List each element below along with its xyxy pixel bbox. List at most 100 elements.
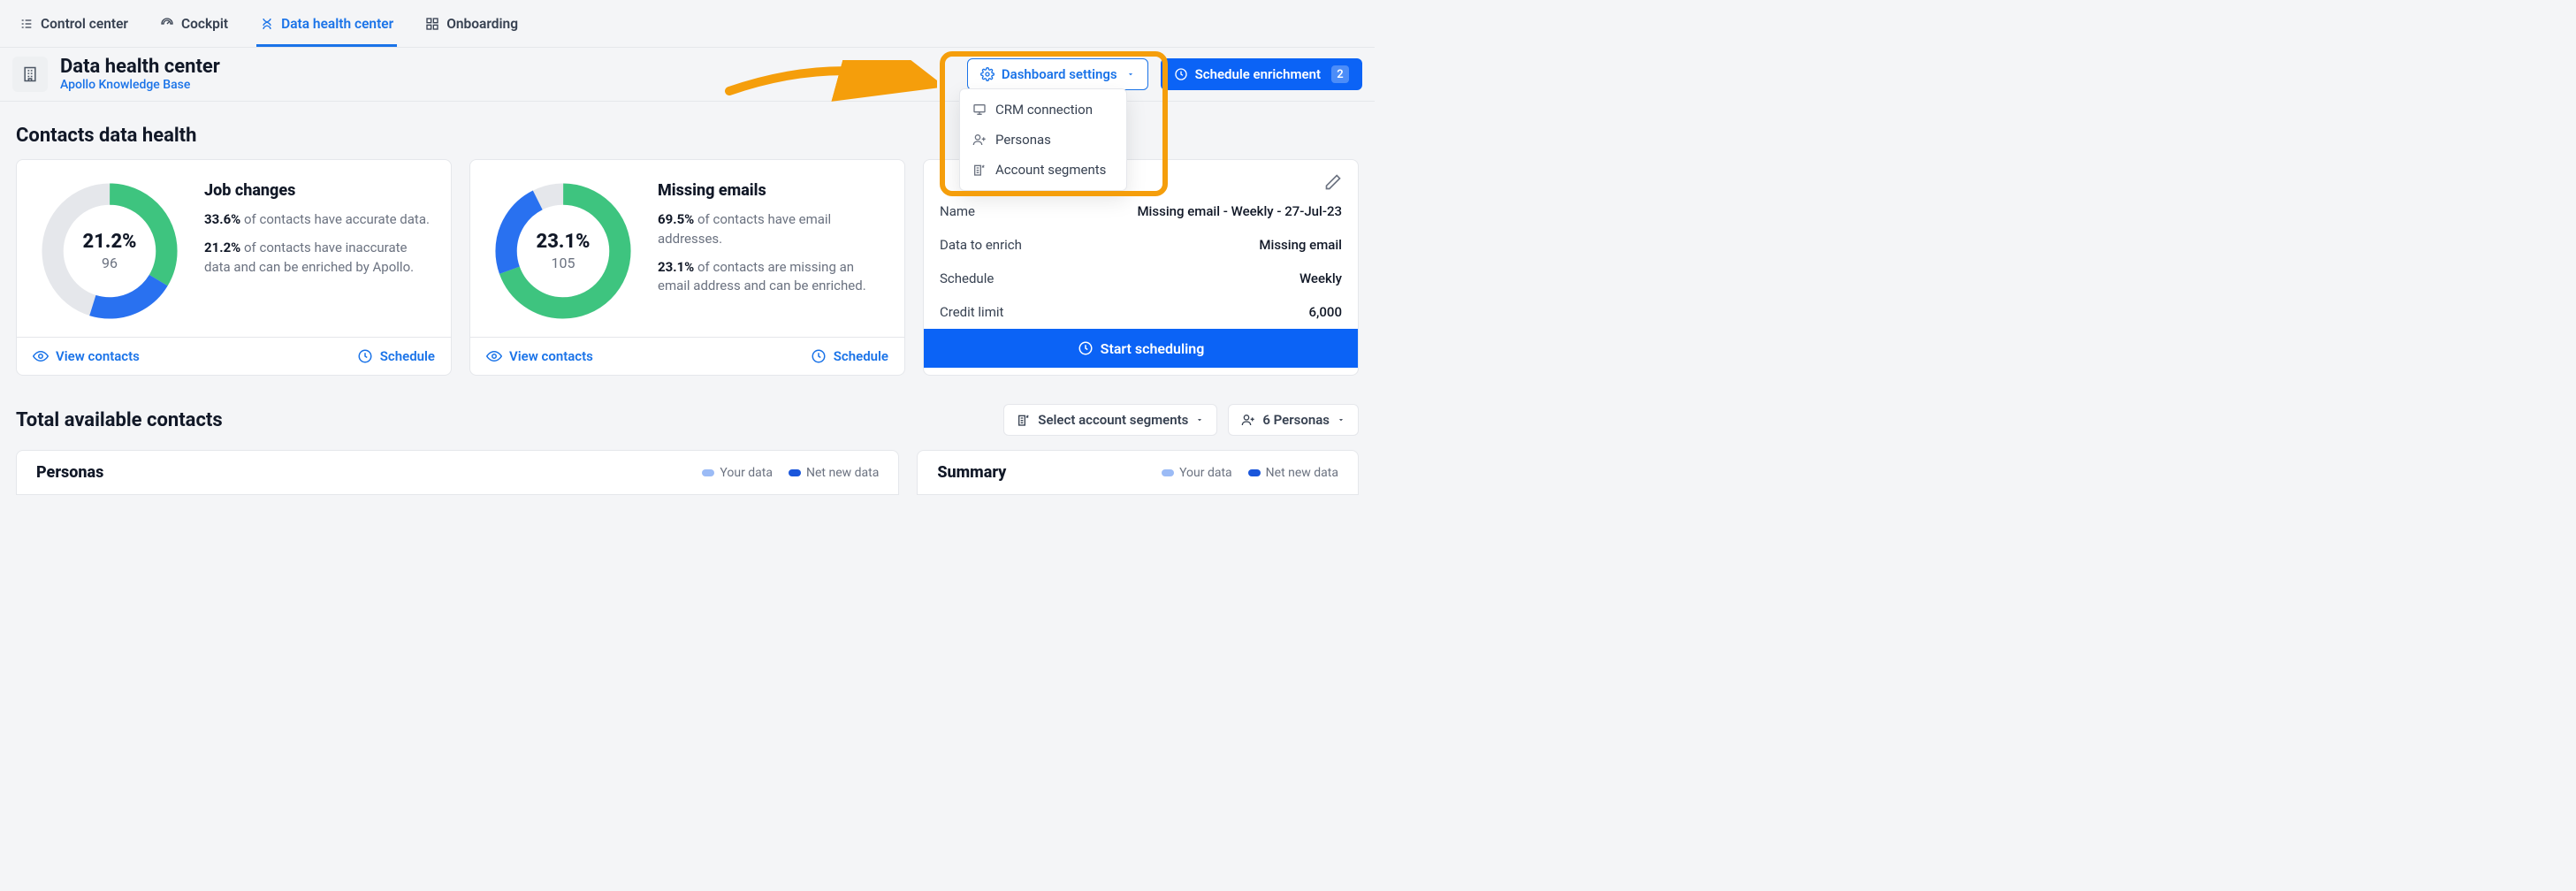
dot-net-icon xyxy=(1248,469,1261,476)
kv-schedule: Schedule Weekly xyxy=(924,262,1358,295)
view-contacts-job-changes-label: View contacts xyxy=(56,348,140,364)
section-total-available-contacts-header: Total available contacts Select account … xyxy=(0,383,1375,441)
kv-name: Name Missing email - Weekly - 27-Jul-23 xyxy=(924,194,1358,228)
tab-data-health-center[interactable]: Data health center xyxy=(256,11,397,47)
building-icon xyxy=(12,57,48,92)
schedule-job-changes[interactable]: Schedule xyxy=(357,348,435,364)
clock-icon xyxy=(811,348,827,364)
donut-missing-emails: 23.1% 105 xyxy=(488,176,638,326)
card-scheduling: R..ing eck Name Missing email - Weekly -… xyxy=(923,159,1359,376)
panel-summary: Summary Your data Net new data xyxy=(917,450,1359,495)
personas-filter-button[interactable]: 6 Personas xyxy=(1228,404,1359,436)
kv-name-value: Missing email - Weekly - 27-Jul-23 xyxy=(1137,203,1342,219)
clock-icon xyxy=(1078,340,1094,356)
donut-job-changes-count: 96 xyxy=(102,255,118,271)
dashboard-settings-label: Dashboard settings xyxy=(1002,66,1117,82)
schedule-enrichment-label: Schedule enrichment xyxy=(1195,66,1321,82)
bottom-panels: Personas Your data Net new data Summary … xyxy=(0,441,1375,495)
card-missing-emails: 23.1% 105 Missing emails 69.5% of contac… xyxy=(469,159,905,376)
kv-schedule-key: Schedule xyxy=(940,270,994,286)
tab-control-center[interactable]: Control center xyxy=(16,11,132,47)
page-subtitle-link[interactable]: Apollo Knowledge Base xyxy=(60,78,220,92)
section-contacts-data-health: Contacts data health 21.2% 96 Job c xyxy=(0,102,1375,383)
dot-net-icon xyxy=(789,469,801,476)
chevron-down-icon xyxy=(1337,415,1345,424)
dropdown-crm-connection-label: CRM connection xyxy=(995,102,1093,118)
top-nav: Control center Cockpit Data health cente… xyxy=(0,0,1375,48)
dot-your-icon xyxy=(1162,469,1174,476)
view-contacts-job-changes[interactable]: View contacts xyxy=(33,348,140,364)
card-job-changes: 21.2% 96 Job changes 33.6% of contacts h… xyxy=(16,159,452,376)
legend-your-data: Your data xyxy=(702,466,773,480)
card-job-changes-title: Job changes xyxy=(204,181,433,200)
tab-cockpit[interactable]: Cockpit xyxy=(156,11,232,47)
kv-data-value: Missing email xyxy=(1259,237,1342,253)
dropdown-account-segments[interactable]: Account segments xyxy=(960,155,1126,185)
schedule-job-changes-label: Schedule xyxy=(380,348,435,364)
card-missing-emails-title: Missing emails xyxy=(658,181,887,200)
gauge-icon xyxy=(160,17,174,31)
kv-data-key: Data to enrich xyxy=(940,237,1022,253)
person-plus-icon xyxy=(972,133,987,147)
page-header: Data health center Apollo Knowledge Base… xyxy=(0,48,1375,102)
view-contacts-missing-emails[interactable]: View contacts xyxy=(486,348,593,364)
schedule-missing-emails-label: Schedule xyxy=(834,348,888,364)
tab-cockpit-label: Cockpit xyxy=(181,16,228,32)
card-missing-emails-line2: 23.1% of contacts are missing an email a… xyxy=(658,258,887,297)
dashboard-settings-dropdown: CRM connection Personas Account segments xyxy=(959,88,1127,191)
dashboard-settings-button[interactable]: Dashboard settings xyxy=(967,58,1148,90)
donut-job-changes: 21.2% 96 xyxy=(34,176,185,326)
panel-summary-title: Summary xyxy=(937,463,1006,482)
kv-name-key: Name xyxy=(940,203,975,219)
tab-onboarding[interactable]: Onboarding xyxy=(422,11,522,47)
grid-icon xyxy=(425,17,439,31)
chevron-down-icon xyxy=(1195,415,1204,424)
building-star-icon xyxy=(1017,413,1031,427)
legend-net-new-data: Net new data xyxy=(1248,466,1338,480)
donut-missing-emails-pct: 23.1% xyxy=(537,231,591,253)
schedule-enrichment-button[interactable]: Schedule enrichment 2 xyxy=(1161,58,1362,90)
page-title: Data health center xyxy=(60,57,220,78)
select-account-segments-label: Select account segments xyxy=(1038,412,1188,428)
card-missing-emails-line1: 69.5% of contacts have email addresses. xyxy=(658,210,887,249)
edit-icon[interactable] xyxy=(1324,173,1342,191)
tac-title: Total available contacts xyxy=(16,409,223,431)
kv-schedule-value: Weekly xyxy=(1299,270,1342,286)
start-scheduling-button[interactable]: Start scheduling xyxy=(924,329,1358,368)
clock-icon xyxy=(1174,67,1188,81)
dropdown-account-segments-label: Account segments xyxy=(995,162,1106,178)
tab-onboarding-label: Onboarding xyxy=(446,16,518,32)
start-scheduling-label: Start scheduling xyxy=(1101,340,1205,357)
chevron-down-icon xyxy=(1126,70,1135,79)
dropdown-crm-connection[interactable]: CRM connection xyxy=(960,95,1126,125)
donut-missing-emails-count: 105 xyxy=(552,255,575,271)
panel-summary-legend: Your data Net new data xyxy=(1162,466,1338,480)
eye-icon xyxy=(33,348,49,364)
schedule-enrichment-count: 2 xyxy=(1331,65,1349,83)
building-star-icon xyxy=(972,163,987,177)
panel-personas-title: Personas xyxy=(36,463,103,482)
select-account-segments-button[interactable]: Select account segments xyxy=(1003,404,1217,436)
panel-personas: Personas Your data Net new data xyxy=(16,450,899,495)
dna-icon xyxy=(260,17,274,31)
kv-credit-limit: Credit limit 6,000 xyxy=(924,295,1358,329)
kv-data-to-enrich: Data to enrich Missing email xyxy=(924,228,1358,262)
card-job-changes-line1: 33.6% of contacts have accurate data. xyxy=(204,210,433,230)
eye-icon xyxy=(486,348,502,364)
schedule-missing-emails[interactable]: Schedule xyxy=(811,348,888,364)
person-plus-icon xyxy=(1241,413,1255,427)
dot-your-icon xyxy=(702,469,714,476)
donut-job-changes-pct: 21.2% xyxy=(83,231,137,253)
dropdown-personas[interactable]: Personas xyxy=(960,125,1126,155)
list-icon xyxy=(19,17,34,31)
kv-credit-value: 6,000 xyxy=(1309,304,1342,320)
card-job-changes-line2: 21.2% of contacts have inaccurate data a… xyxy=(204,239,433,278)
tab-control-center-label: Control center xyxy=(41,16,128,32)
legend-net-new-data: Net new data xyxy=(789,466,879,480)
kv-credit-key: Credit limit xyxy=(940,304,1003,320)
tab-data-health-center-label: Data health center xyxy=(281,16,393,32)
personas-filter-label: 6 Personas xyxy=(1262,412,1330,428)
dropdown-personas-label: Personas xyxy=(995,132,1051,148)
view-contacts-missing-emails-label: View contacts xyxy=(509,348,593,364)
panel-personas-legend: Your data Net new data xyxy=(702,466,879,480)
